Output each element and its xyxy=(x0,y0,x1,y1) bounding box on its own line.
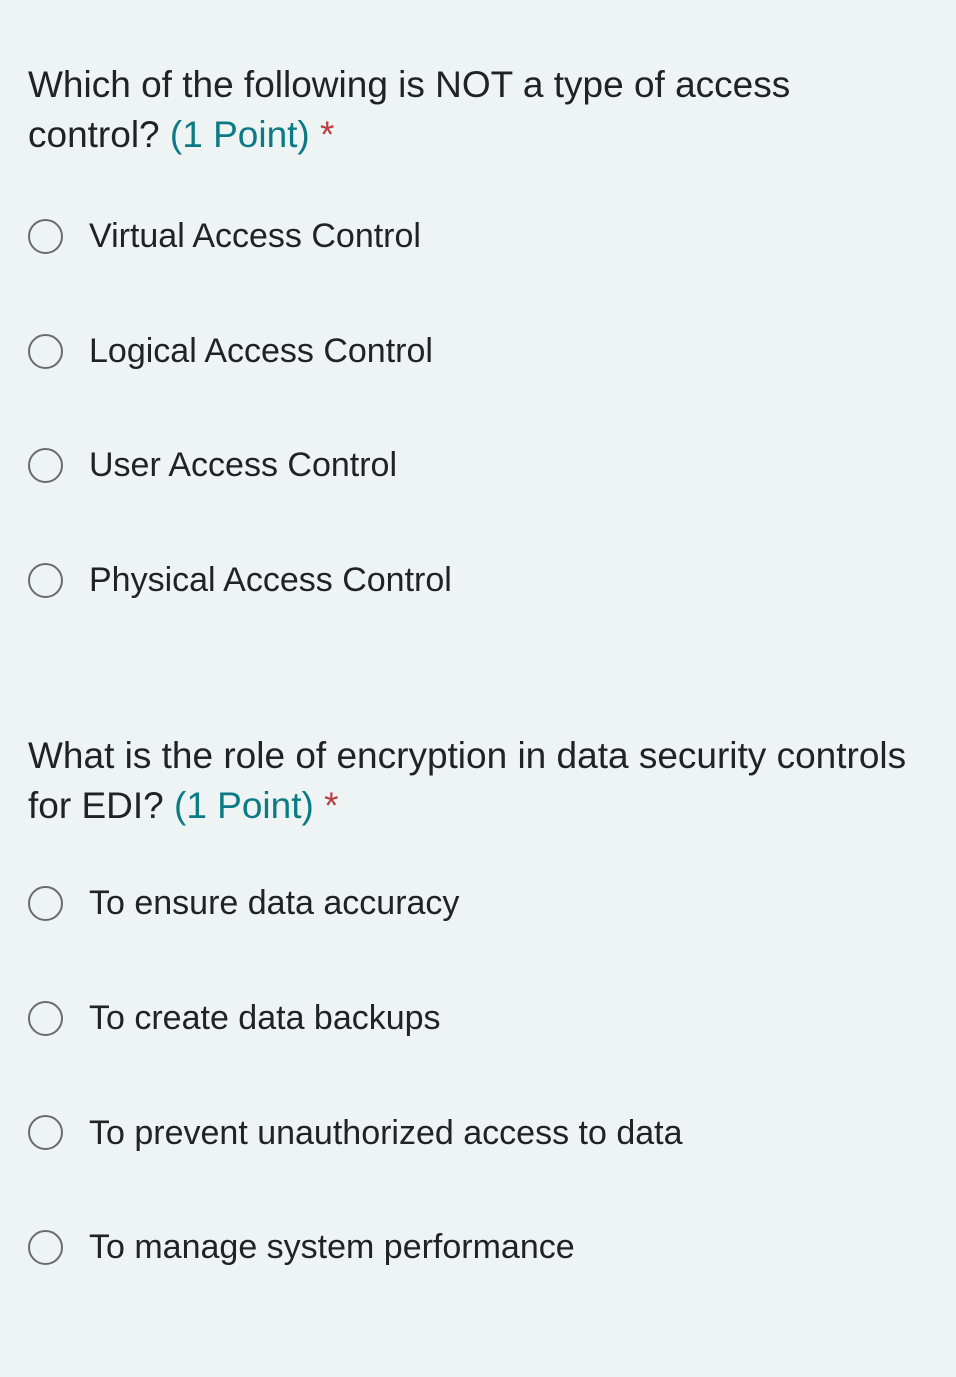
option-label: To prevent unauthorized access to data xyxy=(89,1113,683,1154)
radio-icon xyxy=(28,219,63,254)
required-indicator: * xyxy=(324,785,338,826)
option-radio[interactable]: To create data backups xyxy=(28,998,928,1039)
question-text: What is the role of encryption in data s… xyxy=(28,735,906,826)
radio-icon xyxy=(28,334,63,369)
option-label: Physical Access Control xyxy=(89,560,452,601)
option-label: Virtual Access Control xyxy=(89,216,421,257)
option-label: User Access Control xyxy=(89,445,397,486)
option-label: To manage system performance xyxy=(89,1227,575,1268)
required-indicator: * xyxy=(320,114,334,155)
option-label: To create data backups xyxy=(89,998,441,1039)
option-label: Logical Access Control xyxy=(89,331,433,372)
radio-icon xyxy=(28,886,63,921)
radio-icon xyxy=(28,1001,63,1036)
radio-icon xyxy=(28,563,63,598)
question-title: What is the role of encryption in data s… xyxy=(28,731,928,831)
option-label: To ensure data accuracy xyxy=(89,883,459,924)
option-radio[interactable]: Virtual Access Control xyxy=(28,216,928,257)
radio-icon xyxy=(28,1115,63,1150)
option-radio[interactable]: To manage system performance xyxy=(28,1227,928,1268)
question-1: Which of the following is NOT a type of … xyxy=(0,0,956,661)
radio-icon xyxy=(28,1230,63,1265)
option-radio[interactable]: To prevent unauthorized access to data xyxy=(28,1113,928,1154)
question-text: Which of the following is NOT a type of … xyxy=(28,64,790,155)
option-radio[interactable]: To ensure data accuracy xyxy=(28,883,928,924)
option-radio[interactable]: Physical Access Control xyxy=(28,560,928,601)
radio-icon xyxy=(28,448,63,483)
question-2: What is the role of encryption in data s… xyxy=(0,661,956,1328)
option-radio[interactable]: Logical Access Control xyxy=(28,331,928,372)
question-points: (1 Point) xyxy=(170,114,310,155)
option-radio[interactable]: User Access Control xyxy=(28,445,928,486)
question-points: (1 Point) xyxy=(174,785,314,826)
question-title: Which of the following is NOT a type of … xyxy=(28,60,928,160)
